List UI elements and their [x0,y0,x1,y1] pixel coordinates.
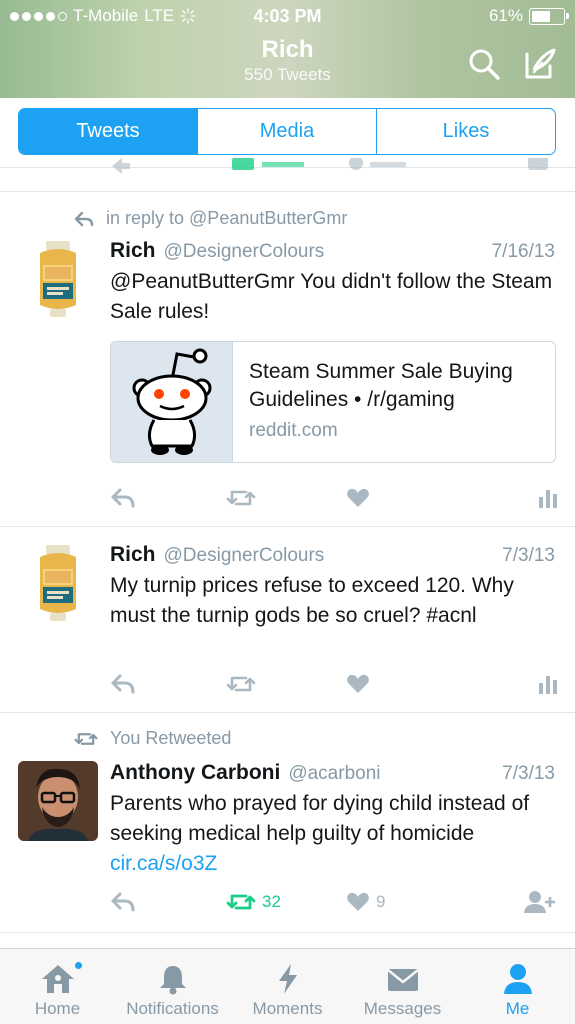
author-name[interactable]: Anthony Carboni [110,761,280,785]
tweet-header: Rich @DesignerColours 7/3/13 [110,543,555,567]
tweet-text-body: Parents who prayed for dying child inste… [110,792,530,845]
nav-moments-label: Moments [252,999,323,1018]
analytics-button[interactable] [538,669,558,699]
heart-icon [347,488,369,507]
link-card[interactable]: Steam Summer Sale Buying Guidelines • /r… [110,341,556,463]
nav-home-label: Home [34,999,81,1018]
avatar[interactable] [18,543,98,623]
retweet-button[interactable] [226,669,256,699]
tweet-item[interactable]: You Retweeted Anthony Carboni @acarboni … [0,713,575,933]
tweet-item[interactable]: in reply to @PeanutButterGmr Rich @Desig… [0,193,575,527]
bottom-tab-bar: Home Notifications Moments Messages Me [0,948,575,1024]
avatar[interactable] [18,761,98,841]
nav-notifications-label: Notifications [126,999,219,1018]
reply-button[interactable] [110,887,136,917]
like-count: 9 [376,892,386,911]
nav-home[interactable]: Home [0,949,115,1024]
retweet-icon [226,894,256,910]
reply-icon [111,892,135,912]
tweet-text: My turnip prices refuse to exceed 120. W… [110,574,514,627]
nav-messages[interactable]: Messages [345,949,460,1024]
heart-icon [347,674,369,693]
lightning-icon [278,964,297,994]
heart-icon [347,892,369,911]
reply-context-icon [74,211,94,226]
like-button[interactable] [346,483,370,513]
tweet-actions [110,669,558,699]
retweet-button[interactable]: 32 [226,887,281,917]
mustard-bottle-avatar [18,543,98,623]
analytics-icon [539,490,557,508]
nav-me-label: Me [505,999,530,1018]
tab-likes[interactable]: Likes [377,109,555,154]
tweet-date: 7/3/13 [502,545,555,566]
nav-me[interactable]: Me [460,949,575,1024]
retweet-context-icon [74,732,98,745]
bell-icon [159,966,186,995]
avatar[interactable] [18,239,98,319]
tweet-link[interactable]: cir.ca/s/o3Z [110,852,217,875]
reply-context-text: in reply to @PeanutButterGmr [106,208,348,228]
home-icon [41,965,74,993]
status-right: 61% [488,6,569,26]
author-handle[interactable]: @DesignerColours [164,545,325,567]
battery-percent: 61% [488,6,523,25]
author-name[interactable]: Rich [110,239,156,263]
tweet-date: 7/3/13 [502,763,555,784]
envelope-icon [386,969,419,991]
nav-notifications[interactable]: Notifications [115,949,230,1024]
author-handle[interactable]: @acarboni [288,763,380,785]
tab-tweets[interactable]: Tweets [19,109,198,154]
tweet-actions [110,483,558,513]
battery-icon [529,7,569,25]
compose-icon[interactable] [522,46,558,82]
retweet-icon [226,676,256,692]
tweet-item[interactable]: Rich @DesignerColours 7/3/13 My turnip p… [0,527,575,713]
author-handle[interactable]: @DesignerColours [164,241,325,263]
retweet-icon [226,490,256,506]
link-card-title: Steam Summer Sale Buying Guidelines • /r… [249,360,513,411]
tweet-date: 7/16/13 [491,241,555,262]
reply-icon [111,488,135,508]
previous-actions-icons [112,158,548,174]
mustard-bottle-avatar [18,239,98,319]
retweet-context: You Retweeted [74,728,231,749]
previous-tweet-actions [0,158,575,192]
nav-messages-label: Messages [363,999,442,1018]
retweet-count: 32 [262,892,281,911]
nav-moments[interactable]: Moments [230,949,345,1024]
reply-button[interactable] [110,669,136,699]
analytics-button[interactable] [538,483,558,513]
status-bar: T-Mobile LTE 4:03 PM 61% [0,0,575,34]
reply-button[interactable] [110,483,136,513]
tweet-text: @PeanutButterGmr You didn't follow the S… [110,270,553,323]
follow-button[interactable] [524,887,556,917]
tab-media[interactable]: Media [198,109,377,154]
tweet-header: Rich @DesignerColours 7/16/13 [110,239,555,263]
reply-icon [111,674,135,694]
follow-user-icon [524,891,555,913]
tweet-text: Parents who prayed for dying child inste… [110,789,557,879]
like-button[interactable]: 9 [346,887,385,917]
retweet-button[interactable] [226,483,256,513]
like-button[interactable] [346,669,370,699]
profile-header: T-Mobile LTE 4:03 PM 61% Rich 550 Tweets [0,0,575,98]
reddit-alien-icon [132,348,211,455]
link-card-domain: reddit.com [249,420,338,441]
retweet-context-text: You Retweeted [110,728,232,748]
author-name[interactable]: Rich [110,543,156,567]
tweet-header: Anthony Carboni @acarboni 7/3/13 [110,761,555,785]
person-icon [503,964,532,994]
portrait-avatar [18,761,98,841]
tweet-actions: 32 9 [110,887,558,917]
link-card-image [111,342,233,462]
link-card-body: Steam Summer Sale Buying Guidelines • /r… [233,342,555,462]
profile-tabs: Tweets Media Likes [18,108,556,155]
analytics-icon [539,676,557,694]
search-icon[interactable] [466,46,502,82]
home-notification-dot [74,961,83,970]
reply-context: in reply to @PeanutButterGmr [74,208,347,229]
